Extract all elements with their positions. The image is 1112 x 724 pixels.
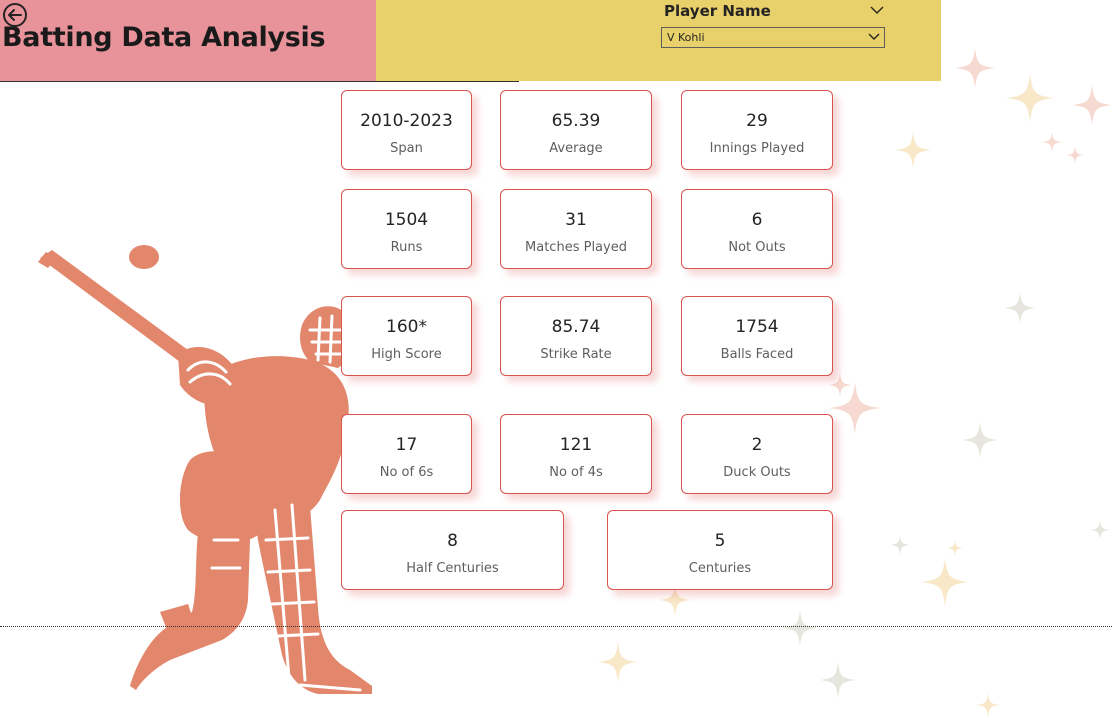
card-label: Innings Played bbox=[709, 141, 805, 156]
card-label: Matches Played bbox=[525, 240, 627, 255]
page-boundary-line bbox=[0, 626, 1112, 627]
card-value: 121 bbox=[559, 435, 593, 455]
card-label: No of 4s bbox=[549, 465, 603, 480]
card-label: Average bbox=[549, 141, 603, 156]
card-label: Balls Faced bbox=[720, 347, 794, 362]
card-value: 1754 bbox=[735, 317, 779, 337]
card-value: 2010-2023 bbox=[360, 111, 453, 131]
card-label: High Score bbox=[371, 347, 442, 362]
chevron-down-icon[interactable] bbox=[869, 3, 885, 17]
dropdown-selected-value: V Kohli bbox=[667, 31, 705, 44]
stat-card-centuries: 5 Centuries bbox=[607, 510, 833, 590]
card-label: Span bbox=[390, 141, 423, 156]
card-value: 1504 bbox=[384, 210, 429, 230]
card-value: 65.39 bbox=[551, 111, 601, 131]
stat-card-strike-rate: 85.74 Strike Rate bbox=[500, 296, 652, 376]
card-value: 8 bbox=[447, 531, 458, 551]
card-value: 6 bbox=[751, 210, 763, 230]
player-name-dropdown[interactable]: V Kohli bbox=[661, 27, 885, 48]
stat-card-balls-faced: 1754 Balls Faced bbox=[681, 296, 833, 376]
card-label: Half Centuries bbox=[406, 561, 499, 576]
batsman-illustration bbox=[38, 245, 372, 694]
card-value: 85.74 bbox=[551, 317, 601, 337]
stat-card-duck-outs: 2 Duck Outs bbox=[681, 414, 833, 494]
card-value: 5 bbox=[714, 531, 726, 551]
card-value: 17 bbox=[395, 435, 418, 455]
card-value: 29 bbox=[746, 111, 768, 131]
card-label: Strike Rate bbox=[540, 347, 612, 362]
card-label: Runs bbox=[390, 240, 423, 255]
stat-card-sixes: 17 No of 6s bbox=[341, 414, 472, 494]
stat-card-half-centuries: 8 Half Centuries bbox=[341, 510, 564, 590]
card-label: Duck Outs bbox=[723, 465, 791, 480]
chevron-down-icon bbox=[868, 33, 880, 40]
stat-card-span: 2010-2023 Span bbox=[341, 90, 472, 170]
stat-card-fours: 121 No of 4s bbox=[500, 414, 652, 494]
stat-card-innings-played: 29 Innings Played bbox=[681, 90, 833, 170]
card-value: 31 bbox=[565, 210, 587, 230]
slicer-label: Player Name bbox=[664, 2, 771, 20]
card-value: 160* bbox=[386, 317, 427, 337]
stat-card-high-score: 160* High Score bbox=[341, 296, 472, 376]
card-label: No of 6s bbox=[379, 465, 434, 480]
card-value: 2 bbox=[751, 435, 763, 455]
card-label: Centuries bbox=[688, 561, 752, 576]
stat-card-runs: 1504 Runs bbox=[341, 189, 472, 269]
stat-card-matches-played: 31 Matches Played bbox=[500, 189, 652, 269]
stat-card-not-outs: 6 Not Outs bbox=[681, 189, 833, 269]
stat-card-average: 65.39 Average bbox=[500, 90, 652, 170]
card-label: Not Outs bbox=[728, 240, 786, 255]
